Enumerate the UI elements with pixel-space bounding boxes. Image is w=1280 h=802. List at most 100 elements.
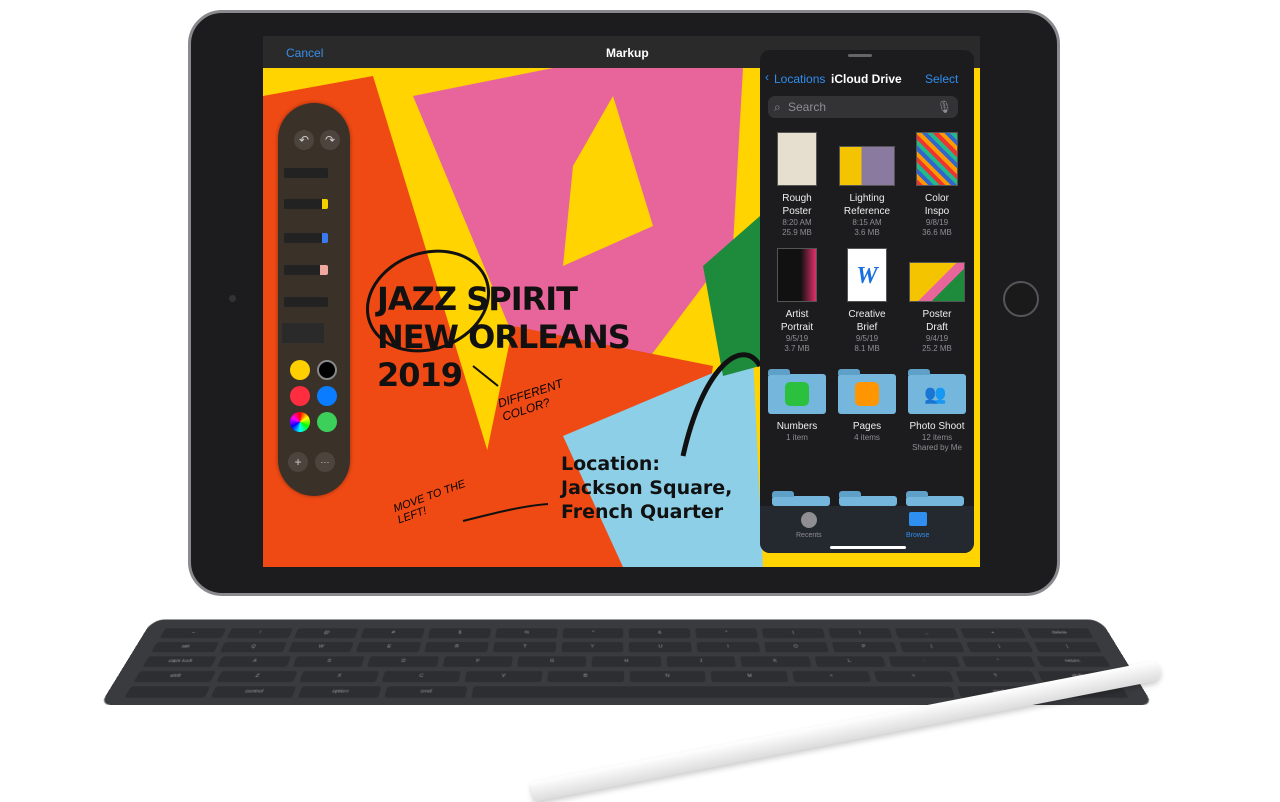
key[interactable]: shift — [133, 671, 216, 683]
color-wheel[interactable] — [290, 412, 310, 432]
key[interactable]: delete — [1026, 628, 1094, 639]
key[interactable]: G — [517, 656, 587, 667]
back-chevron-icon[interactable]: ‹ — [765, 70, 769, 84]
lasso-tool[interactable] — [284, 297, 328, 307]
file-date: 9/8/19 — [925, 218, 949, 227]
marker-tool[interactable] — [284, 199, 328, 209]
color-blue[interactable] — [317, 386, 337, 406]
locations-back-button[interactable]: Locations — [774, 72, 825, 86]
key[interactable]: B — [546, 671, 624, 683]
key[interactable]: D — [367, 656, 439, 667]
key[interactable]: _ — [894, 628, 960, 639]
file-item[interactable]: Artist Portrait 9/5/19 3.7 MB — [762, 248, 832, 354]
folder-icon — [908, 512, 927, 526]
key[interactable]: Y — [560, 642, 624, 653]
key[interactable]: Z — [216, 671, 298, 683]
key[interactable]: | — [1033, 642, 1102, 653]
key[interactable]: M — [710, 671, 789, 683]
key[interactable]: ^ — [562, 628, 624, 639]
pen-tool[interactable] — [284, 168, 328, 178]
grabber[interactable] — [848, 54, 872, 57]
key[interactable]: R — [424, 642, 489, 653]
folder-item[interactable]: 👥 Photo Shoot 12 items Shared by Me — [902, 369, 972, 453]
file-item[interactable]: W Creative Brief 9/5/19 8.1 MB — [832, 248, 902, 354]
file-item[interactable]: Lighting Reference 8:15 AM 3.6 MB — [832, 132, 902, 238]
key[interactable]: K — [740, 656, 811, 667]
key[interactable]: % — [495, 628, 558, 639]
key[interactable]: W — [287, 642, 354, 653]
key[interactable]: ~ — [159, 628, 227, 639]
file-date: 8:15 AM — [852, 218, 882, 227]
pencil-tool[interactable] — [284, 233, 328, 243]
key[interactable]: L — [814, 656, 886, 667]
poster-title-line: NEW ORLEANS — [377, 318, 631, 356]
more-button[interactable]: ··· — [315, 452, 335, 472]
key[interactable]: T — [492, 642, 557, 653]
key[interactable]: + — [960, 628, 1027, 639]
color-yellow[interactable] — [290, 360, 310, 380]
key[interactable]: ) — [828, 628, 893, 639]
tab-browse[interactable]: Browse — [906, 512, 929, 539]
key[interactable]: O — [764, 642, 829, 653]
key[interactable]: I — [696, 642, 761, 653]
key[interactable]: { — [899, 642, 966, 653]
color-red[interactable] — [290, 386, 310, 406]
key[interactable]: N — [629, 671, 707, 683]
tab-recents[interactable]: Recents — [796, 512, 822, 539]
key[interactable]: P — [831, 642, 897, 653]
tool-palette: ↶ ↷ + ··· — [278, 103, 350, 496]
key[interactable]: X — [298, 671, 379, 683]
folder-item[interactable]: Numbers 1 item — [762, 369, 832, 453]
key[interactable]: $ — [427, 628, 492, 639]
key[interactable]: : — [888, 656, 961, 667]
key[interactable]: E — [356, 642, 422, 653]
key[interactable]: ( — [761, 628, 826, 639]
key[interactable]: " — [962, 656, 1036, 667]
color-green[interactable] — [317, 412, 337, 432]
key[interactable]: tab — [151, 642, 220, 653]
key[interactable] — [471, 686, 956, 698]
color-black[interactable] — [317, 360, 337, 380]
file-item[interactable]: Poster Draft 9/4/19 25.2 MB — [902, 248, 972, 354]
key[interactable]: C — [381, 671, 461, 683]
key[interactable]: H — [591, 656, 662, 667]
ruler-tool[interactable] — [282, 323, 324, 343]
home-button[interactable] — [1003, 281, 1039, 317]
key[interactable]: cmd — [384, 686, 468, 698]
key[interactable]: > — [874, 671, 955, 683]
select-button[interactable]: Select — [925, 72, 958, 86]
key[interactable]: A — [217, 656, 291, 667]
key[interactable]: option — [297, 686, 382, 698]
key[interactable]: } — [966, 642, 1034, 653]
key[interactable]: V — [464, 671, 543, 683]
key[interactable]: S — [292, 656, 365, 667]
key[interactable]: U — [629, 642, 692, 653]
file-item[interactable]: Color Inspo 9/8/19 36.6 MB — [902, 132, 972, 238]
undo-button[interactable]: ↶ — [294, 130, 314, 150]
microphone-icon[interactable]: 🎙 — [937, 96, 952, 118]
redo-button[interactable]: ↷ — [320, 130, 340, 150]
key[interactable]: control — [210, 686, 297, 698]
key[interactable]: < — [792, 671, 872, 683]
cancel-button[interactable]: Cancel — [286, 46, 323, 60]
search-input[interactable]: ⌕ Search 🎙 — [768, 96, 958, 118]
key[interactable]: J — [666, 656, 737, 667]
key[interactable]: ! — [226, 628, 293, 639]
file-item[interactable]: Rough Poster 8:20 AM 25.9 MB — [762, 132, 832, 238]
key[interactable] — [124, 686, 211, 698]
key[interactable]: Q — [219, 642, 287, 653]
key[interactable]: # — [360, 628, 425, 639]
folder-item[interactable]: Pages 4 items — [832, 369, 902, 453]
tab-label: Recents — [796, 532, 822, 539]
key-row: ~! @ # $% ^ & *() _ + delete — [159, 628, 1094, 639]
file-thumbnail — [916, 132, 958, 186]
key[interactable]: @ — [293, 628, 359, 639]
key[interactable]: caps lock — [142, 656, 218, 667]
key[interactable]: * — [695, 628, 758, 639]
eraser-tool[interactable] — [284, 265, 328, 275]
key[interactable]: & — [629, 628, 691, 639]
key[interactable]: ? — [955, 671, 1037, 683]
key[interactable]: F — [442, 656, 513, 667]
key[interactable]: return — [1036, 656, 1111, 667]
add-button[interactable]: + — [288, 452, 308, 472]
